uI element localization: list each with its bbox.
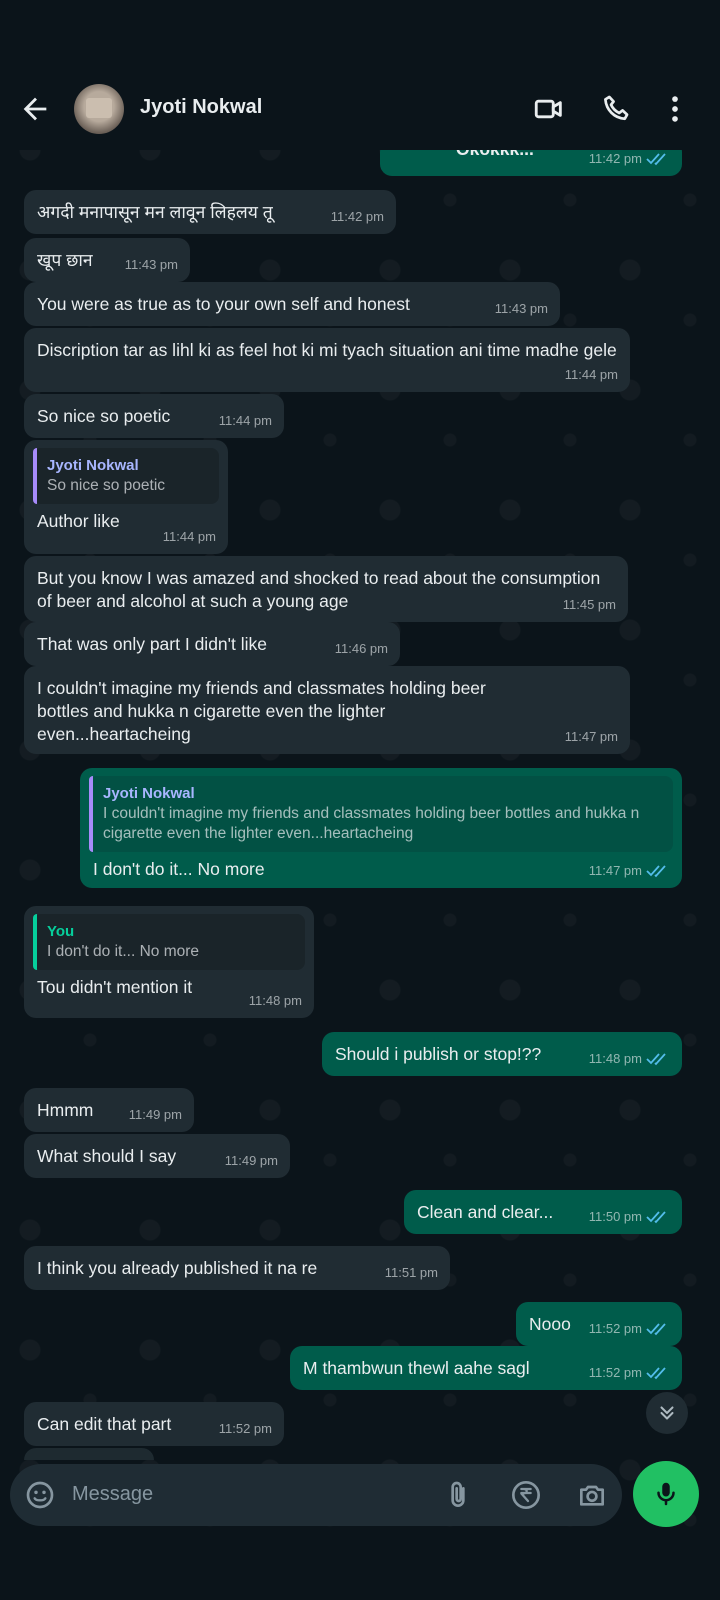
- outgoing-message[interactable]: M thambwun thewl aahe sagl 11:52 pm: [290, 1346, 682, 1390]
- read-ticks-icon: [646, 1052, 666, 1065]
- incoming-message[interactable]: Hmmm 11:49 pm: [24, 1088, 194, 1132]
- more-options-icon[interactable]: [658, 92, 692, 126]
- back-arrow-icon[interactable]: [18, 92, 52, 126]
- payment-rupee-icon[interactable]: [510, 1479, 542, 1511]
- quoted-message[interactable]: Jyoti Nokwal I couldn't imagine my frien…: [89, 776, 673, 852]
- read-ticks-icon: [646, 864, 666, 877]
- voice-message-button[interactable]: [633, 1461, 699, 1527]
- attach-icon[interactable]: [442, 1479, 474, 1511]
- message-input[interactable]: Message: [72, 1483, 153, 1506]
- incoming-message[interactable]: So nice so poetic 11:44 pm: [24, 394, 284, 438]
- mic-icon: [657, 1482, 675, 1506]
- read-ticks-icon: [646, 1366, 666, 1379]
- message-composer: Message: [10, 1464, 622, 1526]
- navigation-bar-area: [0, 1540, 720, 1600]
- voice-call-icon[interactable]: [600, 92, 634, 126]
- outgoing-reply-message[interactable]: Jyoti Nokwal I couldn't imagine my frien…: [80, 768, 682, 888]
- incoming-message-partial[interactable]: [24, 1448, 154, 1460]
- scroll-to-bottom-button[interactable]: [646, 1392, 688, 1434]
- incoming-reply-message[interactable]: You I don't do it... No more Tou didn't …: [24, 906, 314, 1018]
- outgoing-message[interactable]: Should i publish or stop!?? 11:48 pm: [322, 1032, 682, 1076]
- incoming-message[interactable]: What should I say 11:49 pm: [24, 1134, 290, 1178]
- double-chevron-down-icon: [660, 1406, 674, 1420]
- read-ticks-icon: [646, 1322, 666, 1335]
- emoji-icon[interactable]: [24, 1479, 56, 1511]
- incoming-message[interactable]: अगदी मनापासून मन लावून लिहलय तू 11:42 pm: [24, 190, 396, 234]
- incoming-message[interactable]: Can edit that part 11:52 pm: [24, 1402, 284, 1446]
- incoming-reply-message[interactable]: Jyoti Nokwal So nice so poetic Author li…: [24, 440, 228, 554]
- outgoing-message[interactable]: Nooo 11:52 pm: [516, 1302, 682, 1346]
- incoming-message[interactable]: You were as true as to your own self and…: [24, 282, 560, 326]
- message-list[interactable]: Okokkk... 11:42 pm अगदी मनापासून मन लावू…: [0, 148, 720, 1460]
- chat-header: Jyoti Nokwal: [0, 0, 720, 150]
- read-ticks-icon: [646, 1210, 666, 1223]
- incoming-message[interactable]: खूप छान 11:43 pm: [24, 238, 190, 282]
- contact-avatar[interactable]: [74, 84, 124, 134]
- incoming-message[interactable]: I think you already published it na re 1…: [24, 1246, 450, 1290]
- incoming-message[interactable]: That was only part I didn't like 11:46 p…: [24, 622, 400, 666]
- video-call-icon[interactable]: [532, 92, 566, 126]
- quoted-message[interactable]: Jyoti Nokwal So nice so poetic: [33, 448, 219, 504]
- quoted-message[interactable]: You I don't do it... No more: [33, 914, 305, 970]
- incoming-message[interactable]: Discription tar as lihl ki as feel hot k…: [24, 328, 630, 392]
- outgoing-message[interactable]: Clean and clear... 11:50 pm: [404, 1190, 682, 1234]
- incoming-message[interactable]: I couldn't imagine my friends and classm…: [24, 666, 630, 754]
- contact-name[interactable]: Jyoti Nokwal: [140, 96, 262, 119]
- read-ticks-icon: [646, 152, 666, 165]
- camera-icon[interactable]: [576, 1479, 608, 1511]
- outgoing-message[interactable]: Okokkk... 11:42 pm: [380, 148, 682, 176]
- incoming-message[interactable]: But you know I was amazed and shocked to…: [24, 556, 628, 622]
